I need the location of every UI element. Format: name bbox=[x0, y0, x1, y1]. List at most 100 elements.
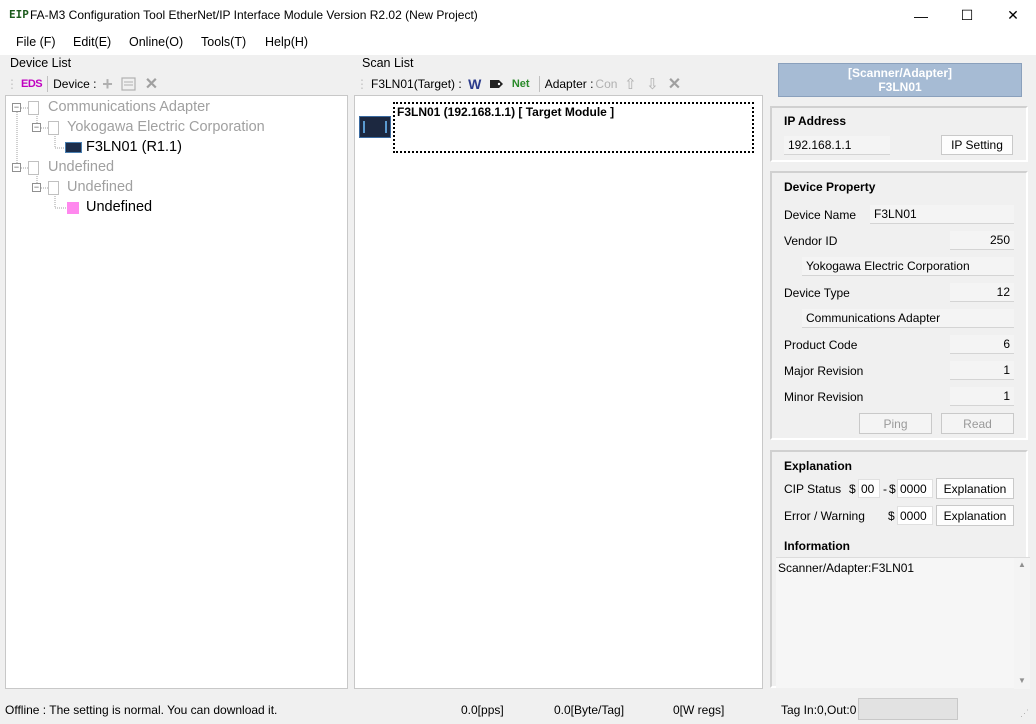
explanation-title: Explanation bbox=[784, 459, 853, 473]
minimize-button[interactable]: — bbox=[898, 0, 944, 31]
scan-list-item-label: F3LN01 (192.168.1.1) [ Target Module ] bbox=[397, 105, 615, 119]
target-module-icon bbox=[359, 116, 391, 138]
header-line1: [Scanner/Adapter] bbox=[847, 66, 953, 80]
folder-icon bbox=[28, 101, 39, 115]
tree-node-communications-adapter[interactable]: Communications Adapter bbox=[48, 99, 210, 115]
menu-file[interactable]: File (F) bbox=[16, 35, 56, 49]
ip-address-group: IP Address 192.168.1.1 IP Setting bbox=[770, 106, 1028, 162]
device-properties-icon[interactable] bbox=[120, 75, 138, 93]
ip-address-title: IP Address bbox=[784, 114, 847, 128]
cip-explanation-button[interactable]: Explanation bbox=[936, 478, 1014, 499]
device-type-label: Device Type bbox=[784, 286, 850, 300]
device-list-label: Device List bbox=[10, 56, 72, 70]
ip-address-field[interactable]: 192.168.1.1 bbox=[784, 136, 890, 155]
status-message: Offline : The setting is normal. You can… bbox=[5, 703, 278, 717]
delete-adapter-icon[interactable]: ✕ bbox=[665, 75, 683, 93]
scan-list-area: F3LN01 (192.168.1.1) [ Target Module ] bbox=[354, 95, 763, 689]
device-type-field: 12 bbox=[950, 283, 1014, 302]
header-line2: F3LN01 bbox=[878, 80, 922, 94]
error-warning-label: Error / Warning bbox=[784, 509, 865, 523]
collapse-toggle-icon[interactable]: − bbox=[32, 183, 41, 192]
device-tree: − Communications Adapter − Yokogawa Elec… bbox=[5, 95, 348, 689]
resize-grip-icon[interactable]: ⋰ bbox=[1020, 708, 1032, 720]
net-icon[interactable]: Net bbox=[510, 75, 532, 93]
information-title: Information bbox=[784, 539, 850, 553]
error-dollar-sign: $ bbox=[888, 509, 895, 523]
device-label: Device : bbox=[53, 77, 97, 91]
move-up-icon[interactable]: ⇧ bbox=[621, 75, 639, 93]
device-name-field[interactable]: F3LN01 bbox=[870, 205, 1014, 224]
error-warning-field[interactable]: 0000 bbox=[897, 506, 933, 525]
ip-setting-button[interactable]: IP Setting bbox=[941, 135, 1013, 155]
read-button[interactable]: Read bbox=[941, 413, 1014, 434]
cip-extended-status-field[interactable]: 0000 bbox=[897, 479, 933, 498]
scan-list-label: Scan List bbox=[362, 56, 414, 70]
device-property-group: Device Property Device Name F3LN01 Vendo… bbox=[770, 171, 1028, 440]
scanner-adapter-header: [Scanner/Adapter] F3LN01 bbox=[778, 63, 1022, 97]
vendor-name-field: Yokogawa Electric Corporation bbox=[802, 257, 1014, 276]
cip-status-code-field[interactable]: 00 bbox=[858, 479, 880, 498]
minor-revision-label: Minor Revision bbox=[784, 390, 864, 404]
scan-list-toolbar: ⋮ F3LN01(Target) : W Net Adapter : Con ⇧… bbox=[356, 74, 762, 94]
scroll-down-icon[interactable]: ▼ bbox=[1014, 676, 1030, 685]
menu-tools[interactable]: Tools(T) bbox=[201, 35, 246, 49]
collapse-toggle-icon[interactable]: − bbox=[12, 163, 21, 172]
product-code-label: Product Code bbox=[784, 338, 858, 352]
cip-dollar-sign: $ bbox=[849, 482, 856, 496]
information-textarea[interactable]: Scanner/Adapter:F3LN01 ▲ ▼ bbox=[776, 557, 1030, 689]
undefined-device-icon bbox=[67, 202, 79, 214]
w-register-icon[interactable]: W bbox=[466, 75, 484, 93]
window-title: FA-M3 Configuration Tool EtherNet/IP Int… bbox=[30, 8, 478, 22]
tree-node-vendor[interactable]: Yokogawa Electric Corporation bbox=[67, 119, 265, 135]
maximize-button[interactable]: ☐ bbox=[944, 0, 990, 31]
device-name-label: Device Name bbox=[784, 208, 857, 222]
close-button[interactable]: ✕ bbox=[990, 0, 1036, 31]
tag-icon[interactable] bbox=[488, 75, 506, 93]
folder-icon bbox=[48, 121, 59, 135]
ping-button[interactable]: Ping bbox=[859, 413, 932, 434]
device-list-toolbar: ⋮ EDS Device : + ✕ bbox=[6, 74, 348, 94]
explanation-group: Explanation CIP Status $ 00 - $ 0000 Exp… bbox=[770, 450, 1030, 689]
vendor-id-label: Vendor ID bbox=[784, 234, 838, 248]
menu-help[interactable]: Help(H) bbox=[265, 35, 308, 49]
menu-edit[interactable]: Edit(E) bbox=[73, 35, 111, 49]
cip-dollar-sign-2: $ bbox=[889, 482, 896, 496]
app-icon: EIP bbox=[9, 8, 29, 21]
status-tag-io: Tag In:0,Out:0 bbox=[781, 703, 857, 717]
folder-icon bbox=[48, 181, 59, 195]
status-progress-box bbox=[858, 698, 958, 720]
add-device-icon[interactable]: + bbox=[98, 74, 116, 94]
tree-node-undefined-vendor[interactable]: Undefined bbox=[67, 179, 133, 195]
target-label: F3LN01(Target) : bbox=[371, 77, 462, 91]
connection-icon[interactable]: Con bbox=[595, 75, 617, 93]
module-icon bbox=[65, 142, 82, 153]
device-type-name-field: Communications Adapter bbox=[802, 309, 1014, 328]
menu-online[interactable]: Online(O) bbox=[129, 35, 183, 49]
major-revision-field: 1 bbox=[950, 361, 1014, 380]
adapter-label: Adapter : bbox=[544, 77, 594, 91]
information-scrollbar[interactable]: ▲ ▼ bbox=[1014, 558, 1030, 689]
device-property-title: Device Property bbox=[784, 180, 876, 194]
tree-node-undefined-device[interactable]: Undefined bbox=[86, 199, 152, 215]
eds-icon[interactable]: EDS bbox=[21, 78, 43, 90]
minor-revision-field: 1 bbox=[950, 387, 1014, 406]
status-pps: 0.0[pps] bbox=[461, 703, 504, 717]
major-revision-label: Major Revision bbox=[784, 364, 864, 378]
collapse-toggle-icon[interactable]: − bbox=[32, 123, 41, 132]
status-w-regs: 0[W regs] bbox=[673, 703, 725, 717]
status-byte-tag: 0.0[Byte/Tag] bbox=[554, 703, 625, 717]
tree-node-undefined-category[interactable]: Undefined bbox=[48, 159, 114, 175]
folder-icon bbox=[28, 161, 39, 175]
scan-list-item-selected[interactable]: F3LN01 (192.168.1.1) [ Target Module ] bbox=[393, 102, 754, 153]
cip-status-label: CIP Status bbox=[784, 482, 842, 496]
product-code-field: 6 bbox=[950, 335, 1014, 354]
vendor-id-field: 250 bbox=[950, 231, 1014, 250]
cip-dash: - bbox=[883, 482, 887, 496]
scroll-up-icon[interactable]: ▲ bbox=[1014, 560, 1030, 569]
error-explanation-button[interactable]: Explanation bbox=[936, 505, 1014, 526]
delete-device-icon[interactable]: ✕ bbox=[142, 75, 160, 93]
information-text: Scanner/Adapter:F3LN01 bbox=[778, 561, 915, 575]
collapse-toggle-icon[interactable]: − bbox=[12, 103, 21, 112]
tree-node-f3ln01[interactable]: F3LN01 (R1.1) bbox=[86, 139, 182, 155]
move-down-icon[interactable]: ⇩ bbox=[643, 75, 661, 93]
